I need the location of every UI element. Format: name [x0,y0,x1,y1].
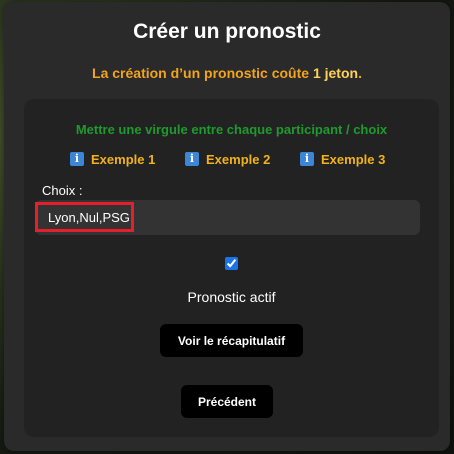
examples-row: i Exemple 1 i Exemple 2 i Exemple 3 [70,149,400,169]
create-prediction-modal: × Créer un pronostic La création d’un pr… [4,2,450,451]
choice-input[interactable] [35,200,420,235]
info-icon: i [185,152,199,166]
previous-button[interactable]: Précédent [181,385,273,418]
view-summary-button[interactable]: Voir le récapitulatif [160,324,303,357]
cost-tokens: 1 jeton [312,65,359,81]
active-label: Pronostic actif [187,289,276,305]
cost-prefix: La création d’un pronostic coûte [92,65,313,81]
example-1-link[interactable]: i Exemple 1 [70,149,155,169]
modal-title: Créer un pronostic [133,20,321,43]
info-icon: i [300,152,314,166]
comma-hint: Mettre une virgule entre chaque particip… [75,122,388,137]
example-3-link[interactable]: i Exemple 3 [300,149,385,169]
example-2-label: Exemple 2 [206,151,271,167]
active-checkbox[interactable] [225,257,238,270]
choice-label: Choix : [42,183,83,198]
example-1-label: Exemple 1 [91,151,156,167]
example-2-link[interactable]: i Exemple 2 [185,149,270,169]
cost-suffix: . [358,65,362,81]
example-3-label: Exemple 3 [321,151,386,167]
form-panel: Mettre une virgule entre chaque particip… [24,99,439,437]
info-icon: i [70,152,84,166]
cost-notice: La création d’un pronostic coûte 1 jeton… [4,65,450,81]
